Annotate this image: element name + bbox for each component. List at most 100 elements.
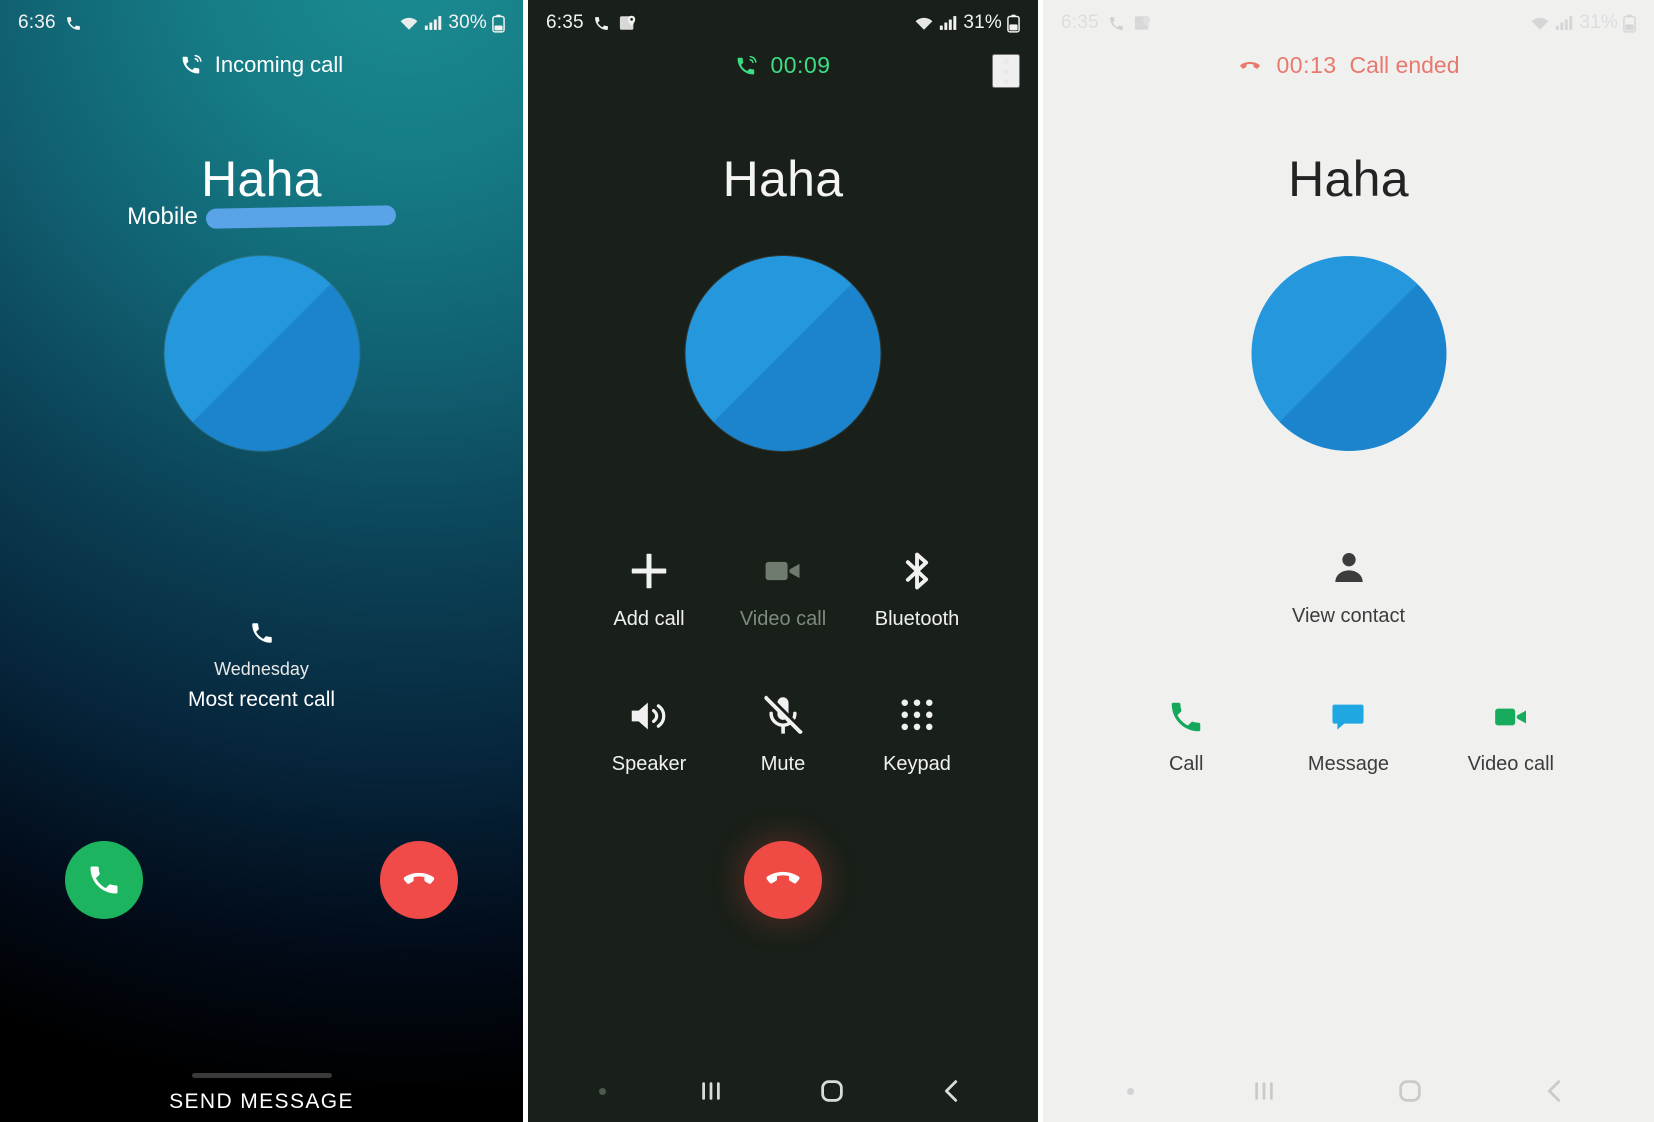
decline-call-button[interactable] <box>380 841 458 919</box>
nav-dot <box>1126 1087 1134 1095</box>
wifi-icon <box>914 15 934 31</box>
mic-off-icon <box>760 693 806 739</box>
battery-icon <box>1007 14 1020 33</box>
call-duration: 00:09 <box>770 52 831 78</box>
call-ended-label: Call ended <box>1349 52 1460 78</box>
speaker-button[interactable]: Speaker <box>582 693 716 776</box>
dot <box>1003 78 1009 84</box>
battery-icon <box>492 14 505 33</box>
bluetooth-button[interactable]: Bluetooth <box>850 548 984 631</box>
phone-icon <box>1108 15 1125 32</box>
end-call-button[interactable] <box>744 841 822 919</box>
battery-percentage: 31% <box>1579 12 1618 33</box>
mute-button[interactable]: Mute <box>716 693 850 776</box>
message-icon <box>1329 695 1367 739</box>
action-label: Video call <box>1467 753 1554 775</box>
battery-percentage: 30% <box>448 12 487 33</box>
recents-nav-button[interactable] <box>696 1076 726 1106</box>
control-label: Speaker <box>611 753 687 775</box>
control-label: Add call <box>613 608 685 630</box>
phone-active-icon <box>735 54 759 78</box>
status-bar: 6:35 31% <box>528 0 1038 46</box>
status-bar: 6:36 30% <box>0 0 523 46</box>
battery-icon <box>1623 14 1636 33</box>
status-bar: 6:35 31% <box>1043 0 1654 46</box>
video-call-button[interactable]: Video call <box>1430 695 1592 776</box>
most-recent-call-block: Wednesday Most recent call <box>0 620 523 712</box>
bluetooth-icon <box>895 548 939 594</box>
call-controls-grid: Add call Video call Bluetooth Speaker Mu… <box>528 548 1038 776</box>
phone-icon <box>86 862 122 898</box>
status-clock: 6:35 <box>546 12 584 33</box>
control-label: Keypad <box>883 753 951 775</box>
call-duration: 00:13 <box>1276 52 1337 78</box>
phone-incoming-icon <box>180 53 204 77</box>
contact-name: Haha <box>201 151 322 207</box>
signal-bars-icon <box>939 15 958 31</box>
phone-hangup-icon <box>400 861 438 899</box>
phone-screen-call-ended: 6:35 31% 00:13 Call ended Haha View cont… <box>1043 0 1654 1122</box>
dot <box>1003 68 1009 74</box>
person-icon <box>1329 548 1369 591</box>
video-cam-icon <box>761 548 805 594</box>
view-contact-button[interactable]: View contact <box>1043 548 1654 628</box>
back-nav-button[interactable] <box>1540 1076 1570 1106</box>
maps-location-icon <box>1134 14 1152 32</box>
battery-percentage: 31% <box>963 12 1002 33</box>
status-clock: 6:36 <box>18 12 56 33</box>
home-nav-button[interactable] <box>817 1076 847 1106</box>
status-clock: 6:35 <box>1061 12 1099 33</box>
keypad-button[interactable]: Keypad <box>850 693 984 776</box>
control-label: Mute <box>760 753 806 775</box>
call-back-button[interactable]: Call <box>1105 695 1267 776</box>
home-nav-button[interactable] <box>1395 1076 1425 1106</box>
avatar <box>685 256 881 451</box>
phone-screen-incoming-call: 6:36 30% Incoming call Haha Mobile Wedne… <box>0 0 523 1122</box>
video-call-button[interactable]: Video call <box>716 548 850 631</box>
back-nav-button[interactable] <box>937 1076 967 1106</box>
control-label: Video call <box>739 608 827 630</box>
redacted-phone-number <box>205 204 397 229</box>
add-call-button[interactable]: Add call <box>582 548 716 631</box>
post-call-actions: Call Message Video call <box>1043 695 1654 776</box>
phone-icon <box>65 15 82 32</box>
contact-line-info: Mobile <box>0 203 523 231</box>
contact-line-label: Mobile <box>127 203 198 230</box>
keypad-icon <box>896 693 938 739</box>
contact-name: Haha <box>1288 151 1409 207</box>
maps-location-icon <box>619 14 637 32</box>
android-navigation-bar <box>1043 1060 1654 1122</box>
wifi-icon <box>1530 15 1550 31</box>
phone-icon <box>1167 695 1205 739</box>
send-message-button[interactable]: SEND MESSAGE <box>169 1090 354 1114</box>
send-message-area: SEND MESSAGE <box>0 1073 523 1114</box>
video-cam-icon <box>1491 695 1531 739</box>
nav-dot <box>599 1087 607 1095</box>
phone-icon <box>593 15 610 32</box>
action-label: Message <box>1307 753 1390 775</box>
recent-call-text: Most recent call <box>187 688 336 711</box>
control-label: Bluetooth <box>874 608 960 630</box>
avatar <box>1251 256 1446 451</box>
speaker-icon <box>626 693 672 739</box>
drag-handle[interactable] <box>191 1073 332 1078</box>
recent-call-day: Wednesday <box>214 659 309 679</box>
answer-call-button[interactable] <box>65 841 143 919</box>
avatar <box>164 256 359 451</box>
action-label: Call <box>1168 753 1204 775</box>
phone-hangup-icon <box>763 860 803 900</box>
call-timer-header: 00:09 <box>528 52 1038 79</box>
more-options-button[interactable] <box>992 54 1020 88</box>
contact-name: Haha <box>722 151 844 207</box>
recents-nav-button[interactable] <box>1249 1076 1279 1106</box>
screenshot-sheet: 6:36 30% Incoming call Haha Mobile Wedne… <box>0 0 1654 1122</box>
wifi-icon <box>399 15 419 31</box>
android-navigation-bar <box>528 1060 1038 1122</box>
phone-ended-icon <box>1237 53 1263 79</box>
phone-icon <box>249 620 275 646</box>
incoming-call-header: Incoming call <box>0 52 523 78</box>
plus-icon <box>626 548 672 594</box>
dot <box>1003 58 1009 64</box>
call-ended-header: 00:13 Call ended <box>1043 52 1654 79</box>
message-button[interactable]: Message <box>1267 695 1429 776</box>
